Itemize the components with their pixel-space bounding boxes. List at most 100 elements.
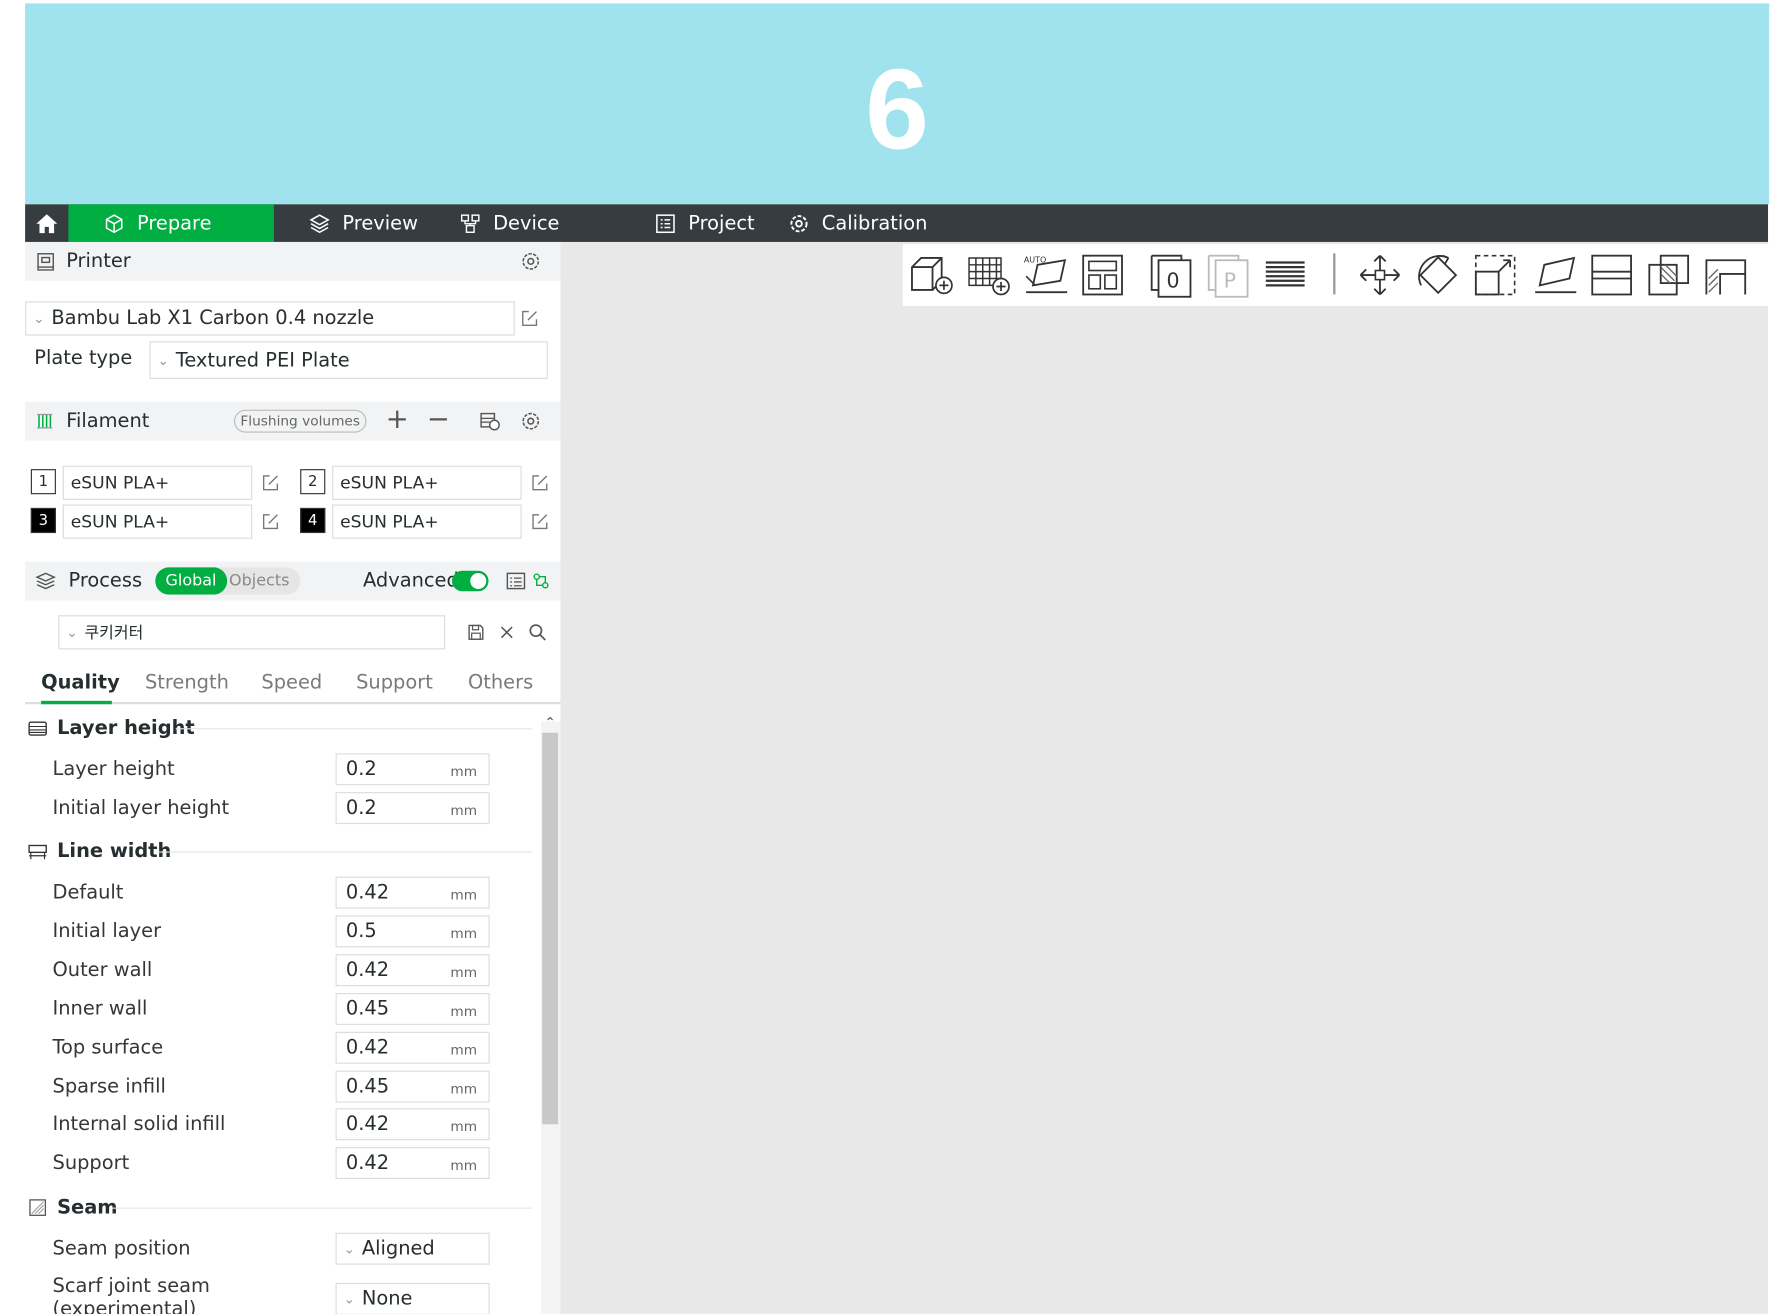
printer-select[interactable]: ⌄ Bambu Lab X1 Carbon 0.4 nozzle [25,301,515,336]
tab-label: Project [688,211,755,235]
tab-strength[interactable]: Strength [145,671,229,694]
param-unit: mm [450,1080,478,1097]
lay-on-face-icon[interactable] [1531,251,1579,299]
tab-quality[interactable]: Quality [41,671,120,694]
process-preset-select[interactable]: ⌄ 쿠키커터 [58,615,446,650]
edit-filament-icon[interactable] [530,473,551,494]
param-label-line: (experimental) [52,1297,197,1314]
layer-height-input[interactable]: 0.2 mm [335,753,490,786]
objects-option[interactable]: Objects [227,567,300,594]
scrollbar-thumb[interactable] [542,732,559,1125]
layer-height-icon [28,721,47,736]
group-seam: Seam [27,1194,118,1221]
line-width-default-input[interactable]: 0.42 mm [335,876,490,909]
param-unit: mm [450,1003,478,1020]
tab-preview[interactable]: Preview [274,204,451,242]
add-object-icon[interactable] [907,251,955,299]
group-line-width: Line width [27,838,171,865]
param-label: Support [52,1151,130,1175]
global-option[interactable]: Global [155,567,227,595]
support-paint-icon[interactable] [1702,251,1750,299]
search-icon[interactable] [527,622,548,643]
remove-filament-button[interactable]: − [427,403,450,435]
tab-speed[interactable]: Speed [261,671,322,694]
add-plate-icon[interactable] [964,251,1012,299]
param-label: Inner wall [52,997,148,1021]
line-width-support-input[interactable]: 0.42 mm [335,1147,490,1180]
line-width-sparse-infill-input[interactable]: 0.45 mm [335,1070,490,1103]
device-icon [460,213,480,233]
scroll-up-arrow-icon[interactable]: ⌃ [542,715,558,731]
layers-stack-icon[interactable] [1261,251,1309,299]
plate-p-icon[interactable]: P [1204,251,1252,299]
param-unit: mm [450,1042,478,1059]
cut-icon[interactable] [1588,251,1636,299]
filament-slot-2[interactable]: eSUN PLA+ [332,465,522,500]
filament-slot-3[interactable]: eSUN PLA+ [62,504,253,539]
move-icon[interactable] [1356,251,1404,299]
boolean-icon[interactable] [1645,251,1693,299]
seam-position-select[interactable]: ⌄ Aligned [335,1232,490,1265]
printer-settings-gear-icon[interactable] [519,250,542,273]
param-label: Initial layer height [52,796,230,820]
list-view-icon[interactable] [504,570,527,593]
line-width-initial-input[interactable]: 0.5 mm [335,915,490,948]
filament-sync-icon[interactable] [477,410,502,433]
process-preset-value: 쿠키커터 [84,624,144,643]
param-unit: mm [450,763,478,780]
copy-0-icon[interactable]: 0 [1147,251,1195,299]
scarf-joint-seam-select[interactable]: ⌄ None [335,1282,490,1314]
line-width-top-surface-input[interactable]: 0.42 mm [335,1031,490,1064]
chevron-down-icon: ⌄ [157,352,169,369]
edit-filament-icon[interactable] [260,511,281,532]
advanced-toggle[interactable] [451,570,489,592]
param-value: 0.2 [345,796,377,820]
line-width-internal-solid-infill-input[interactable]: 0.42 mm [335,1108,490,1141]
filament-section-title: Filament [66,409,150,433]
flushing-volumes-button[interactable]: Flushing volumes [233,409,367,433]
edit-printer-icon[interactable] [519,308,540,329]
filament-settings-gear-icon[interactable] [519,410,542,433]
save-preset-icon[interactable] [466,622,487,643]
line-width-outer-wall-input[interactable]: 0.42 mm [335,954,490,987]
printer-section-header: Printer [25,241,561,281]
chevron-down-icon: ⌄ [66,624,78,641]
process-tabs: Quality Strength Speed Support Others [25,667,561,705]
edit-filament-icon[interactable] [260,473,281,494]
global-objects-switch[interactable]: Global Objects [155,567,300,595]
compare-icon[interactable] [531,571,552,592]
tab-support[interactable]: Support [356,671,433,694]
tab-others[interactable]: Others [468,671,533,694]
edit-filament-icon[interactable] [530,511,551,532]
printer-icon [37,253,54,271]
scale-icon[interactable] [1471,251,1519,299]
tab-prepare[interactable]: Prepare [68,204,274,242]
filament-slot-4[interactable]: eSUN PLA+ [332,504,522,539]
group-layer-height: Layer height [27,715,195,742]
tab-calibration[interactable]: Calibration [788,204,982,242]
filament-icon [37,413,53,429]
filament-slot-number: 4 [300,507,326,534]
plate-type-select[interactable]: ⌄ Textured PEI Plate [149,341,548,379]
filament-slot-1[interactable]: eSUN PLA+ [62,465,253,500]
close-icon[interactable] [498,623,516,641]
3d-viewport[interactable] [560,241,1769,1314]
step-banner: 6 [25,3,1770,205]
param-value: 0.5 [345,919,377,943]
tab-device[interactable]: Device [451,204,628,242]
line-width-inner-wall-input[interactable]: 0.45 mm [335,993,490,1025]
param-value: None [361,1287,413,1311]
chevron-down-icon: ⌄ [343,1240,356,1257]
arrange-icon[interactable] [1079,251,1127,299]
home-button[interactable] [25,204,68,242]
plate-type-value: Textured PEI Plate [175,348,350,372]
group-divider [175,728,532,730]
auto-orient-icon[interactable]: AUTO [1022,251,1070,299]
add-filament-button[interactable]: + [386,403,409,435]
param-unit: mm [450,1157,478,1174]
initial-layer-height-input[interactable]: 0.2 mm [335,792,490,825]
rotate-icon[interactable] [1414,251,1462,299]
filament-slot-number: 2 [300,469,326,495]
tab-project[interactable]: Project [628,204,788,242]
param-unit: mm [450,925,478,942]
